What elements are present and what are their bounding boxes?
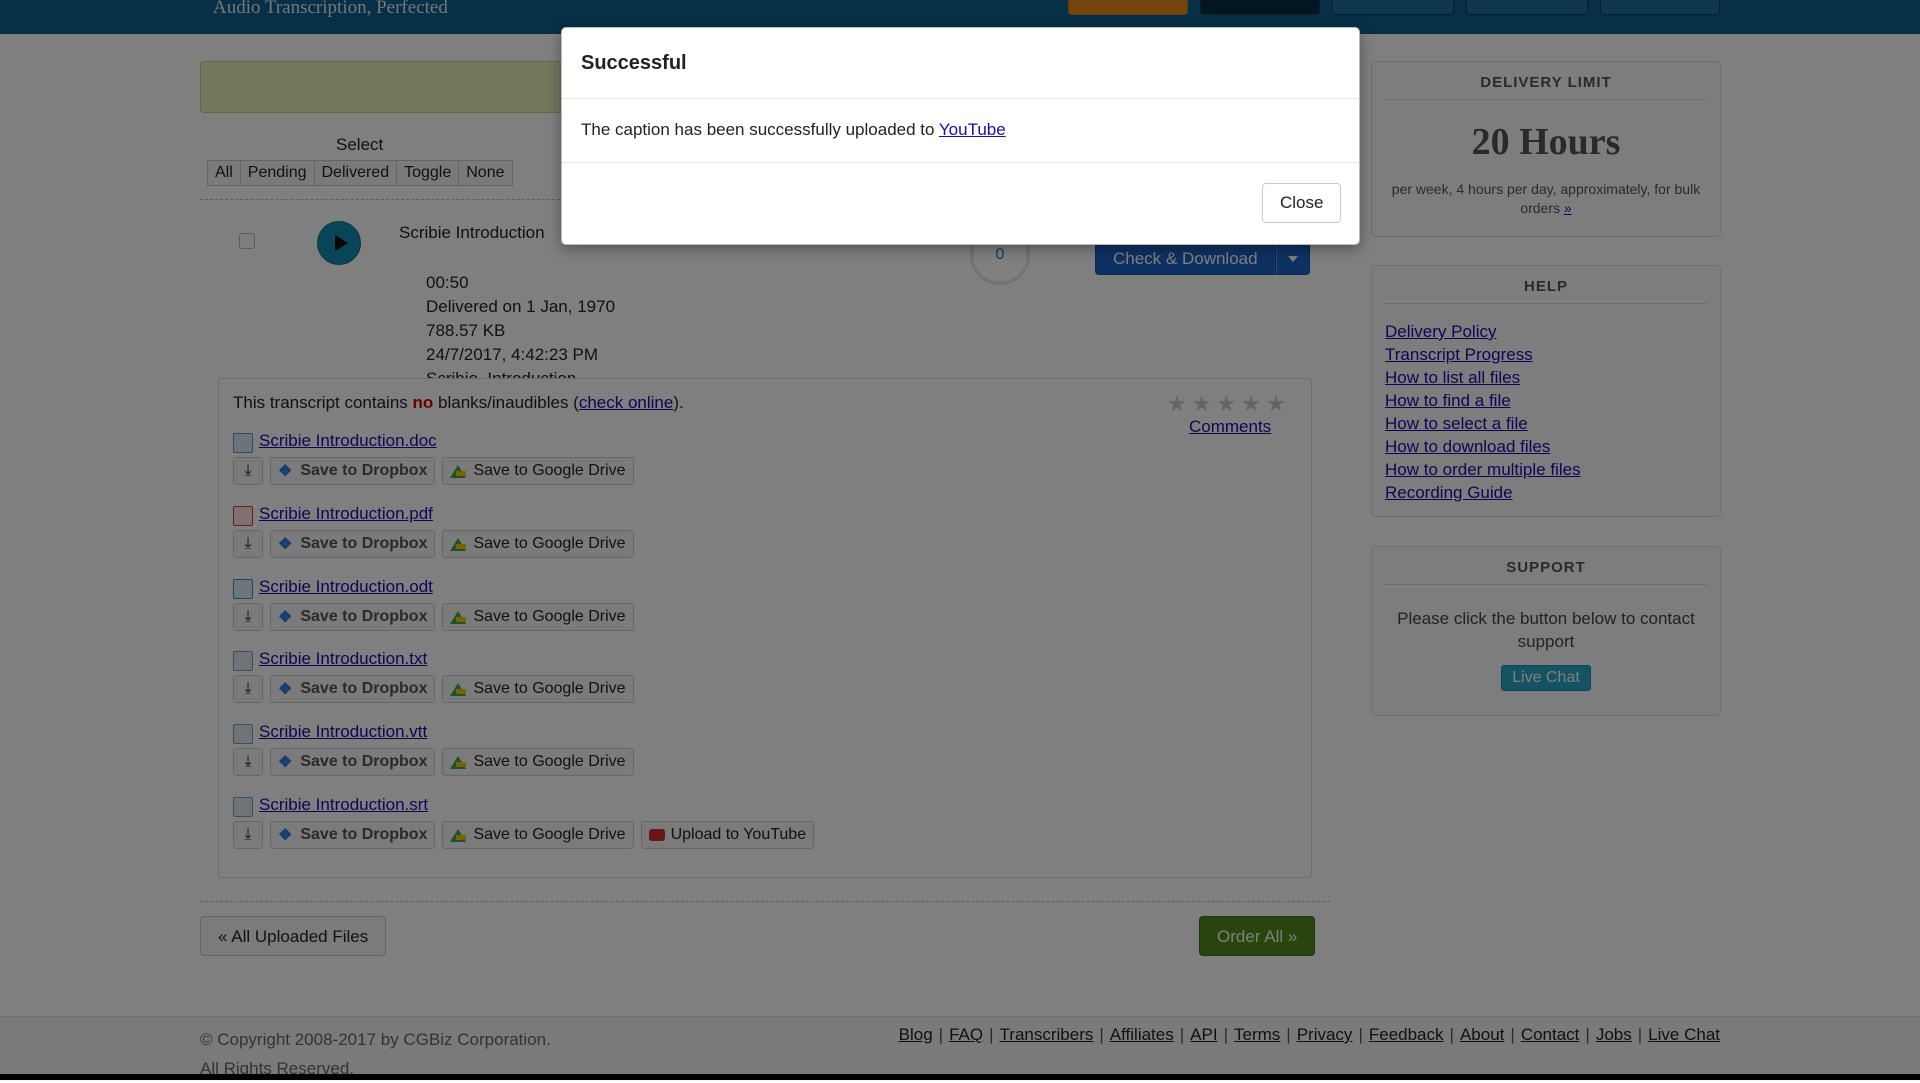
youtube-link[interactable]: YouTube [939,120,1006,139]
dialog-title: Successful [581,52,687,74]
dialog-footer-divider [562,162,1359,163]
dialog-header: Successful [562,28,1359,99]
dialog-message: The caption has been successfully upload… [581,120,1006,140]
success-dialog: Successful The caption has been successf… [561,27,1360,245]
bottom-edge [0,1074,1920,1080]
dialog-message-text: The caption has been successfully upload… [581,120,939,139]
close-button[interactable]: Close [1262,183,1342,223]
